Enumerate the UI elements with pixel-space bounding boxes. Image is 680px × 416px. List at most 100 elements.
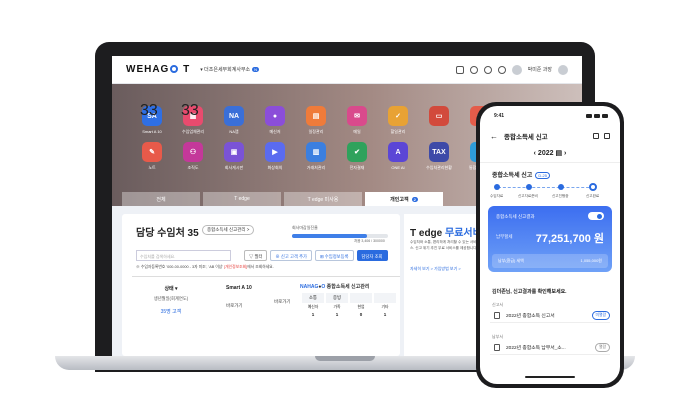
app-tile[interactable]: ✉ 메일	[337, 106, 377, 135]
grid-head	[350, 293, 372, 303]
tedge-links[interactable]: 자세히 보기 > 가입방법 보기 >	[410, 266, 461, 272]
register-info-button[interactable]: ⊞ 수임정보등록	[315, 250, 354, 261]
unread-badge: 미열람	[591, 311, 610, 320]
app-icon: ✓	[388, 106, 408, 126]
section-title: 종합소득세 신고 D-25	[492, 170, 550, 179]
app-icon: A	[388, 142, 408, 162]
app-label: 노트	[148, 165, 156, 170]
tax-filing-link[interactable]: 종합소득세 신고관리 >	[202, 225, 255, 235]
app-label: 메일	[353, 129, 361, 134]
privacy-link[interactable]: [개인정보조회]	[224, 265, 247, 269]
app-tile[interactable]: ▤ 일정관리	[296, 106, 336, 135]
app-label: 할일관리	[390, 129, 406, 134]
step-dot-current	[589, 183, 597, 191]
read-badge: 열람	[595, 343, 610, 352]
back-arrow-icon[interactable]: ←	[490, 132, 498, 141]
toggle-switch[interactable]	[588, 212, 604, 220]
avatar[interactable]	[511, 64, 522, 75]
manager-lookup-button[interactable]: 담당자 조회	[356, 250, 388, 261]
app-label: Smart A 10	[142, 129, 162, 134]
app-tile[interactable]: ✎ 노트	[132, 142, 172, 171]
wehago-logo[interactable]: WEHAG T	[126, 64, 190, 75]
client-search-input[interactable]: 수임처를 검색하세요.	[136, 250, 231, 261]
app-tile[interactable]: ✔ 전자결재	[337, 142, 377, 171]
grid-head	[374, 293, 396, 303]
grid-value[interactable]: 1	[374, 312, 396, 317]
app-icon: ▣	[224, 142, 244, 162]
app-tile[interactable]: ▭	[419, 106, 459, 135]
document-icon[interactable]	[593, 133, 599, 139]
doc1-label: 신고서	[492, 302, 504, 307]
grid-value[interactable]: 1	[326, 312, 348, 317]
user-name[interactable]: 박미준 과장	[528, 66, 552, 73]
notification-icon[interactable]	[469, 65, 478, 74]
tab-tedge[interactable]: T edge	[203, 192, 281, 206]
profile-avatar[interactable]	[558, 64, 568, 75]
app-tile[interactable]: ▦ 33 수임업체관리	[173, 102, 213, 135]
step-dot	[558, 184, 564, 190]
app-tile[interactable]: ● 메신저	[255, 106, 295, 135]
app-badge: 33	[181, 102, 199, 119]
page-title: 담당 수임처 35	[136, 228, 199, 239]
shortcut-label[interactable]: 바로가기	[274, 299, 291, 305]
client-card: 담당 수임처 35 종합소득세 신고관리 > 회사마감일진율 처음 3,406 …	[122, 214, 400, 356]
settings-icon[interactable]	[483, 65, 492, 74]
app-tile[interactable]: ▣ 회사게시판	[214, 142, 254, 171]
status-header[interactable]: 상태 ▾	[146, 285, 196, 292]
app-tile[interactable]: ▶ 화상회의	[255, 142, 295, 171]
app-label: 일정관리	[308, 129, 324, 134]
app-icon: NA	[224, 106, 244, 126]
app-icon: ▭	[429, 106, 449, 126]
grid-sub: 기타	[381, 305, 389, 309]
app-icon: ✎	[142, 142, 162, 162]
document-row[interactable]: 2022년 종합소득 신고서 미열람	[490, 309, 610, 323]
step-label: 신고진행중	[552, 194, 569, 198]
status-table: 상태 ▾ 생년월일(회계연도) 35명 고객 Smart A 10 바로가기 바…	[132, 276, 400, 350]
help-icon[interactable]	[497, 65, 506, 74]
app-label: 수임처관리현황	[426, 165, 452, 170]
home-indicator	[525, 376, 575, 378]
refund-row: 납부(환급) 세액 1,055,000원	[492, 254, 608, 268]
app-label: 화상회의	[267, 165, 283, 170]
document-row[interactable]: 2022년 종합소득 납부서_소... 열람	[490, 341, 610, 355]
filter-button[interactable]: ▽ 필터	[244, 250, 268, 261]
memo-icon[interactable]	[455, 65, 464, 74]
tab-tedge-unused[interactable]: T edge 미사용	[284, 192, 362, 206]
tab-all[interactable]: 전체	[122, 192, 200, 206]
progress-numbers: 처음 3,406 / 300000	[354, 239, 385, 243]
grid-value[interactable]: 0	[350, 312, 372, 317]
step-dot	[526, 184, 532, 190]
app-label: 회사게시판	[224, 165, 244, 170]
signal-icon	[586, 114, 608, 118]
grid-value[interactable]: 1	[302, 312, 324, 317]
grid-sub: 현업	[357, 305, 365, 309]
doc2-label: 납부서	[492, 334, 504, 339]
app-tile[interactable]: ⚇ 조직도	[173, 142, 213, 171]
app-icon: ⚇	[183, 142, 203, 162]
tedge-description: 수임처와 소통, 편리하게 처리할 수 있는 서비스. 신고 위기 추진 무료 …	[410, 240, 478, 250]
app-tile[interactable]: NA NA랩	[214, 106, 254, 135]
progress-fill	[292, 234, 367, 238]
phone-title: 종합소득세 신고	[504, 134, 548, 141]
app-tile[interactable]: SA 33 Smart A 10	[132, 102, 172, 135]
app-tile[interactable]: ▥ 거래처관리	[296, 142, 336, 171]
tab-personal[interactable]: 개인고객 2	[365, 192, 443, 206]
wehago-tax-header: NAHAG●O 종합소득세 신고관리	[300, 284, 370, 290]
check-message: 김더존님, 신고결과를 확인해보세요.	[492, 289, 567, 295]
smart-a-shortcut[interactable]: 바로가기	[226, 303, 252, 309]
app-tile[interactable]: A ONE AI	[378, 142, 418, 171]
add-client-button[interactable]: ⊕ 신고 고객 추가	[270, 250, 313, 261]
app-icon: ▶	[265, 142, 285, 162]
app-tile[interactable]: ✓ 할일관리	[378, 106, 418, 135]
step-label: 수임자료	[490, 194, 504, 198]
result-label: 종합소득세 신고결과	[496, 214, 535, 219]
company-selector[interactable]: ▾ 더조은세무회계사무소 N	[200, 66, 260, 73]
year-selector[interactable]: ‹ 2022 ▤ ›	[480, 149, 620, 157]
app-icon: ✔	[347, 142, 367, 162]
menu-icon[interactable]	[604, 133, 610, 139]
client-count: 35명 고객	[160, 309, 182, 315]
grid-sub: 예신자	[307, 305, 319, 309]
app-label: 조직도	[187, 165, 199, 170]
progress-bar	[292, 234, 388, 238]
app-tile[interactable]: TAX 수임처관리현황	[419, 142, 459, 171]
